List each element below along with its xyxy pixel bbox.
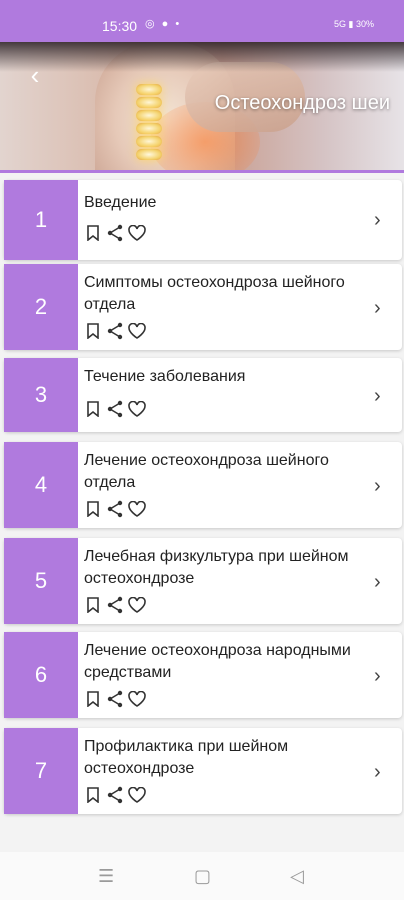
share-icon[interactable] [106,596,124,614]
list-item[interactable]: 2 Симптомы остеохондроза шейного отдела … [4,264,402,350]
heart-icon[interactable] [128,322,146,340]
chevron-right-icon: › [374,571,381,593]
item-actions [84,786,146,804]
heart-icon[interactable] [128,400,146,418]
heart-icon[interactable] [128,690,146,708]
back-arrow-icon[interactable]: ‹ [20,60,50,90]
item-title: Введение [84,194,157,211]
item-number: 2 [4,264,78,350]
item-title: Лечение остеохондроза шейного отдела [84,452,329,491]
chevron-right-icon: › [374,297,381,319]
recents-icon[interactable]: ☰ [98,866,114,887]
item-title: Лечебная физкультура при шейном остеохон… [84,548,349,587]
chevron-right-icon: › [374,475,381,497]
share-icon[interactable] [106,400,124,418]
heart-icon[interactable] [128,596,146,614]
back-nav-icon[interactable]: ◁ [290,866,304,887]
share-icon[interactable] [106,322,124,340]
list-item[interactable]: 7 Профилактика при шейном остеохондрозе … [4,728,402,814]
bookmark-icon[interactable] [84,400,102,418]
item-number: 1 [4,180,78,260]
header-divider [0,170,404,173]
item-actions [84,400,146,418]
item-number: 5 [4,538,78,624]
bookmark-icon[interactable] [84,596,102,614]
bookmark-icon[interactable] [84,786,102,804]
list-item[interactable]: 1 Введение › [4,180,402,260]
item-actions [84,690,146,708]
item-title: Профилактика при шейном остеохондрозе [84,738,289,777]
heart-icon[interactable] [128,786,146,804]
list-item[interactable]: 4 Лечение остеохондроза шейного отдела › [4,442,402,528]
chevron-right-icon: › [374,385,381,407]
share-icon[interactable] [106,690,124,708]
item-title: Течение заболевания [84,368,246,385]
bookmark-icon[interactable] [84,322,102,340]
item-number: 3 [4,358,78,432]
bookmark-icon[interactable] [84,690,102,708]
notification-icons: ◎ ● • [145,18,182,30]
system-indicators: 5G ▮ 30% [334,19,374,29]
status-bar: 15:30 ◎ ● • 5G ▮ 30% [0,0,404,42]
item-title: Лечение остеохондроза народными средства… [84,642,351,681]
item-title: Симптомы остеохондроза шейного отдела [84,274,345,313]
list-item[interactable]: 6 Лечение остеохондроза народными средст… [4,632,402,718]
item-number: 7 [4,728,78,814]
item-actions [84,224,146,242]
chevron-right-icon: › [374,209,381,231]
heart-icon[interactable] [128,224,146,242]
heart-icon[interactable] [128,500,146,518]
header-shade [0,42,404,72]
header-banner: ‹ Остеохондроз шеи [0,42,404,172]
chevron-right-icon: › [374,761,381,783]
item-actions [84,322,146,340]
page-title: Остеохондроз шеи [214,92,390,114]
item-number: 6 [4,632,78,718]
item-actions [84,596,146,614]
share-icon[interactable] [106,500,124,518]
spine-image [133,82,165,172]
list-item[interactable]: 3 Течение заболевания › [4,358,402,432]
status-time: 15:30 [102,18,138,34]
chevron-right-icon: › [374,665,381,687]
item-actions [84,500,146,518]
system-nav-bar: ☰ ▢ ◁ [0,852,404,900]
list-item[interactable]: 5 Лечебная физкультура при шейном остеох… [4,538,402,624]
bookmark-icon[interactable] [84,500,102,518]
share-icon[interactable] [106,786,124,804]
item-number: 4 [4,442,78,528]
bookmark-icon[interactable] [84,224,102,242]
home-icon[interactable]: ▢ [194,866,211,887]
share-icon[interactable] [106,224,124,242]
